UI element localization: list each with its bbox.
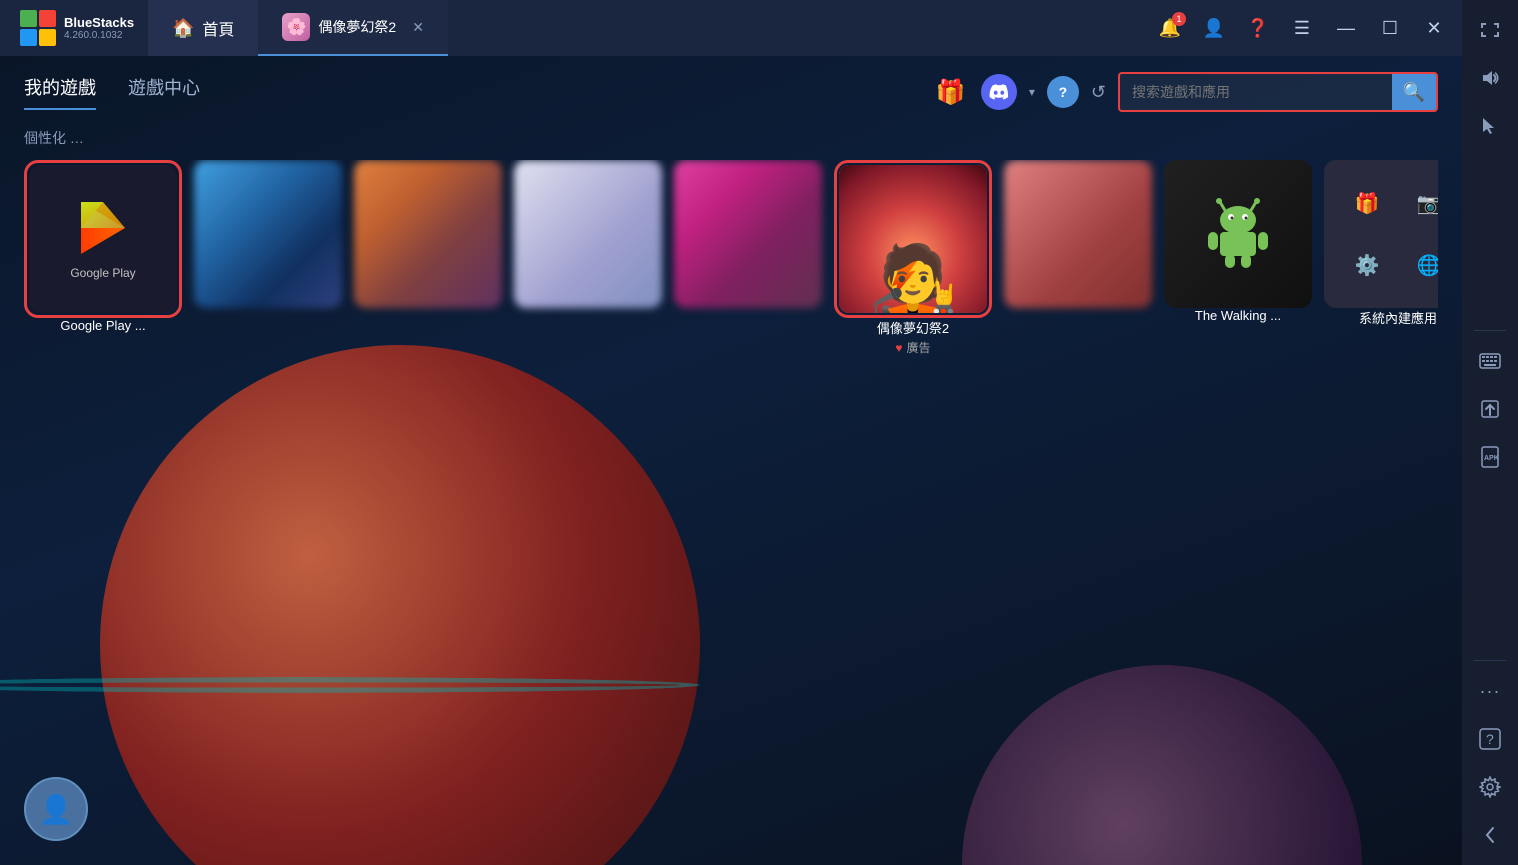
- content-area: 我的遊戲 遊戲中心 🎁 ▾ ? ↺ 🔍: [0, 56, 1462, 865]
- sidebar-import-button[interactable]: [1468, 387, 1512, 431]
- import-icon: [1479, 398, 1501, 420]
- apk-icon: APK: [1479, 446, 1501, 468]
- sidebar-more-button[interactable]: ···: [1468, 669, 1512, 713]
- account-button[interactable]: 👤: [1194, 8, 1234, 48]
- game-item-walking[interactable]: The Walking ...: [1164, 160, 1312, 323]
- avatar-button[interactable]: 👤: [24, 777, 88, 841]
- sidebar-expand-button[interactable]: [1468, 8, 1512, 52]
- idol-game-icon: 🧑‍🎤: [839, 165, 987, 313]
- nav-help-button[interactable]: ?: [1047, 76, 1079, 108]
- game-item-ph2[interactable]: [354, 160, 502, 308]
- nav-bar: 我的遊戲 遊戲中心 🎁 ▾ ? ↺ 🔍: [0, 56, 1462, 112]
- android-icon: [1198, 194, 1278, 274]
- cursor-icon: [1480, 116, 1500, 136]
- search-button[interactable]: 🔍: [1392, 74, 1436, 110]
- help-button[interactable]: ❓: [1238, 8, 1278, 48]
- tab-game[interactable]: 🌸 偶像夢幻祭2 ✕: [258, 0, 448, 56]
- nav-tab-my-games[interactable]: 我的遊戲: [24, 74, 96, 110]
- games-row: Google Play Google Play ...: [24, 160, 1438, 356]
- more-icon: ···: [1480, 681, 1501, 702]
- play-store-triangle: [73, 198, 133, 258]
- sidebar-divider-1: [1474, 330, 1506, 331]
- game-label-walking: The Walking ...: [1195, 308, 1281, 323]
- tab-home[interactable]: 🏠 首頁: [148, 0, 258, 56]
- bluestacks-logo-text: BlueStacks 4.260.0.1032: [64, 15, 134, 42]
- heart-icon: ♥: [895, 341, 902, 355]
- sidebar-settings-button[interactable]: [1468, 765, 1512, 809]
- expand-icon: [1480, 20, 1500, 40]
- home-icon: 🏠: [172, 18, 194, 39]
- close-button[interactable]: ✕: [1414, 8, 1454, 48]
- game-tab-icon: 🌸: [282, 13, 310, 41]
- title-bar-controls: 🔔 1 👤 ❓ ☰ — ☐ ✕: [1150, 8, 1454, 48]
- tab-close-icon[interactable]: ✕: [412, 19, 424, 36]
- discord-button[interactable]: [981, 74, 1017, 110]
- nav-tab-game-center[interactable]: 遊戲中心: [128, 74, 200, 110]
- ad-label: ♥ 廣告: [895, 339, 930, 356]
- nav-actions: 🎁 ▾ ? ↺ 🔍: [933, 72, 1438, 112]
- title-bar: BlueStacks 4.260.0.1032 🏠 首頁 🌸 偶像夢幻祭2 ✕ …: [0, 0, 1462, 56]
- sidebar-keyboard-button[interactable]: [1468, 339, 1512, 383]
- refresh-button[interactable]: ↺: [1091, 82, 1106, 103]
- right-sidebar: APK ··· ?: [1462, 0, 1518, 865]
- background-scene: [0, 299, 1462, 865]
- games-section: 個性化 …: [0, 112, 1462, 364]
- settings-icon: [1479, 776, 1501, 798]
- sidebar-back-button[interactable]: [1468, 813, 1512, 857]
- main-container: BlueStacks 4.260.0.1032 🏠 首頁 🌸 偶像夢幻祭2 ✕ …: [0, 0, 1462, 865]
- walking-dead-icon: [1164, 160, 1312, 308]
- search-container: 🔍: [1118, 72, 1438, 112]
- avatar-icon: 👤: [39, 793, 74, 826]
- back-icon: [1479, 824, 1501, 846]
- sys-app-camera: 📷: [1402, 176, 1438, 230]
- sidebar-divider-2: [1474, 660, 1506, 661]
- svg-text:?: ?: [1486, 731, 1494, 747]
- game-placeholder-3: [514, 160, 662, 308]
- bluestacks-logo-icon: [20, 10, 56, 46]
- sys-app-gift: 🎁: [1340, 176, 1394, 230]
- game-item-ph5[interactable]: [1004, 160, 1152, 308]
- google-play-icon: Google Play: [29, 165, 177, 313]
- game-item-idol[interactable]: 🧑‍🎤 偶像夢幻祭2 ♥ 廣告: [834, 160, 992, 356]
- search-input[interactable]: [1120, 78, 1392, 106]
- game-item-ph3[interactable]: [514, 160, 662, 308]
- sidebar-help-button[interactable]: ?: [1468, 717, 1512, 761]
- game-placeholder-1: [194, 160, 342, 308]
- bluestacks-logo: BlueStacks 4.260.0.1032: [8, 10, 148, 46]
- maximize-button[interactable]: ☐: [1370, 8, 1410, 48]
- game-label-sys: 系統內建應用: [1359, 308, 1437, 327]
- planet-large: [100, 345, 700, 865]
- game-item-ph4[interactable]: [674, 160, 822, 308]
- game-item-google-play[interactable]: Google Play Google Play ...: [24, 160, 182, 333]
- game-placeholder-4: [674, 160, 822, 308]
- sidebar-volume-button[interactable]: [1468, 56, 1512, 100]
- section-label: 個性化 …: [24, 128, 1438, 148]
- planet-right: [962, 665, 1362, 865]
- gift-button[interactable]: 🎁: [933, 74, 969, 110]
- sys-app-gear: ⚙️: [1340, 238, 1394, 292]
- sidebar-apk-button[interactable]: APK: [1468, 435, 1512, 479]
- help-icon: ?: [1479, 728, 1501, 750]
- svg-text:APK: APK: [1484, 455, 1499, 462]
- sidebar-cursor-button[interactable]: [1468, 104, 1512, 148]
- minimize-button[interactable]: —: [1326, 8, 1366, 48]
- notification-badge: 1: [1172, 12, 1186, 26]
- google-play-text: Google Play: [70, 266, 135, 280]
- discord-icon: [989, 84, 1009, 100]
- game-placeholder-2: [354, 160, 502, 308]
- notification-button[interactable]: 🔔 1: [1150, 8, 1190, 48]
- game-item-ph1[interactable]: [194, 160, 342, 308]
- keyboard-icon: [1479, 353, 1501, 369]
- volume-icon: [1480, 68, 1500, 88]
- discord-dropdown-icon[interactable]: ▾: [1029, 85, 1035, 99]
- game-item-sys[interactable]: 🎁 📷 ⚙️ 🌐 系統內建應用: [1324, 160, 1438, 327]
- sys-app-chrome: 🌐: [1402, 238, 1438, 292]
- menu-button[interactable]: ☰: [1282, 8, 1322, 48]
- sys-apps-icon: 🎁 📷 ⚙️ 🌐: [1324, 160, 1438, 308]
- game-label-idol: 偶像夢幻祭2: [877, 318, 949, 337]
- game-label-google-play: Google Play ...: [60, 318, 145, 333]
- game-placeholder-5: [1004, 160, 1152, 308]
